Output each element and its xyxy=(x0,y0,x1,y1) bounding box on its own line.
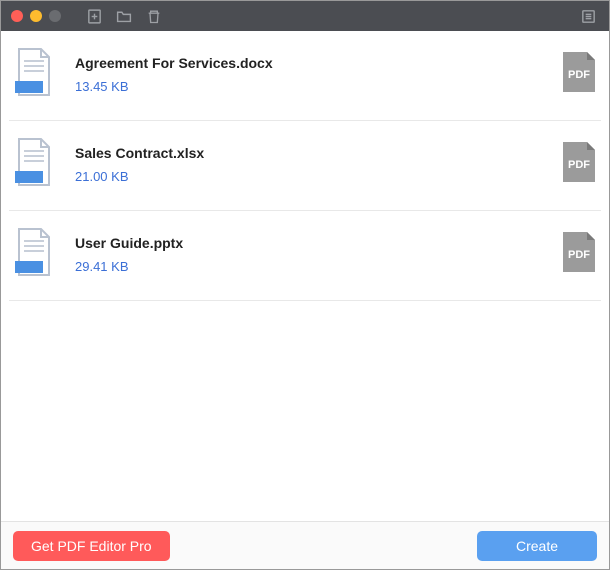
minimize-window-button[interactable] xyxy=(30,10,42,22)
pdf-output-icon: PDF xyxy=(561,50,597,99)
svg-text:PDF: PDF xyxy=(568,249,590,261)
svg-text:PDF: PDF xyxy=(568,159,590,171)
file-size: 21.00 KB xyxy=(75,169,541,184)
file-size: 13.45 KB xyxy=(75,79,541,94)
file-size: 29.41 KB xyxy=(75,259,541,274)
file-meta: User Guide.pptx 29.41 KB xyxy=(75,235,541,274)
footer: Get PDF Editor Pro Create xyxy=(1,521,609,569)
file-row[interactable]: Agreement For Services.docx 13.45 KB PDF xyxy=(9,31,601,121)
create-button[interactable]: Create xyxy=(477,531,597,561)
trash-icon[interactable] xyxy=(143,5,165,27)
file-row[interactable]: Sales Contract.xlsx 21.00 KB PDF xyxy=(9,121,601,211)
file-meta: Sales Contract.xlsx 21.00 KB xyxy=(75,145,541,184)
file-name: Agreement For Services.docx xyxy=(75,55,541,71)
document-icon xyxy=(13,137,55,192)
zoom-window-button[interactable] xyxy=(49,10,61,22)
app-window: Agreement For Services.docx 13.45 KB PDF xyxy=(0,0,610,570)
document-icon xyxy=(13,227,55,282)
titlebar xyxy=(1,1,609,31)
add-page-icon[interactable] xyxy=(83,5,105,27)
pdf-output-icon: PDF xyxy=(561,140,597,189)
get-pro-button[interactable]: Get PDF Editor Pro xyxy=(13,531,170,561)
pdf-output-icon: PDF xyxy=(561,230,597,279)
file-meta: Agreement For Services.docx 13.45 KB xyxy=(75,55,541,94)
window-controls xyxy=(11,10,61,22)
file-list: Agreement For Services.docx 13.45 KB PDF xyxy=(1,31,609,521)
file-name: Sales Contract.xlsx xyxy=(75,145,541,161)
file-name: User Guide.pptx xyxy=(75,235,541,251)
document-icon xyxy=(13,47,55,102)
file-row[interactable]: User Guide.pptx 29.41 KB PDF xyxy=(9,211,601,301)
list-icon[interactable] xyxy=(577,5,599,27)
folder-icon[interactable] xyxy=(113,5,135,27)
close-window-button[interactable] xyxy=(11,10,23,22)
svg-text:PDF: PDF xyxy=(568,69,590,81)
